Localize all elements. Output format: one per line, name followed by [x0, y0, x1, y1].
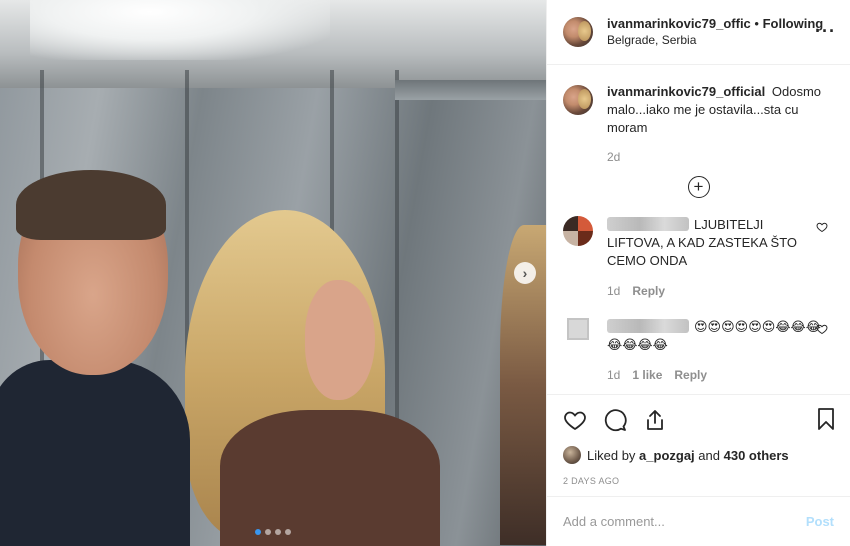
bookmark-icon[interactable] [814, 407, 838, 431]
post-date[interactable]: 2 DAYS AGO [547, 466, 850, 496]
location-link[interactable]: Belgrade, Serbia [607, 32, 823, 49]
likes-summary: Liked by a_pozgaj and 430 others [547, 444, 850, 466]
action-bar [547, 394, 850, 444]
woman-top [220, 410, 440, 546]
carousel-indicator [0, 529, 546, 535]
likes-middle: and [698, 447, 720, 463]
blurred-username[interactable] [607, 217, 689, 231]
ceiling-light [30, 0, 330, 60]
header-separator: • [750, 16, 763, 31]
woman-face [305, 280, 375, 400]
elevator-rail [395, 80, 546, 100]
comment-icon[interactable] [603, 408, 627, 432]
man-hair [16, 170, 166, 240]
post-header: ivanmarinkovic79_offic • Following Belgr… [547, 0, 850, 65]
post-sidebar: ivanmarinkovic79_offic • Following Belgr… [546, 0, 850, 546]
blurred-username[interactable] [607, 319, 689, 333]
avatar[interactable] [563, 216, 593, 246]
heart-icon[interactable] [816, 323, 828, 335]
reply-button[interactable]: Reply [632, 282, 665, 300]
comment-item: LJUBITELJI LIFTOVA, A KAD ZASTEKA ŠTO CE… [563, 216, 834, 300]
comments-section[interactable]: ivanmarinkovic79_official Odosmo malo...… [547, 65, 850, 394]
header-top-line: ivanmarinkovic79_offic • Following [607, 15, 823, 32]
caption-time[interactable]: 2d [607, 150, 834, 164]
comment-likes[interactable]: 1 like [632, 366, 662, 384]
comment-meta: 1d Reply [607, 282, 822, 300]
likes-prefix: Liked by [587, 447, 636, 463]
caption-username[interactable]: ivanmarinkovic79_official [607, 84, 765, 99]
comment-time[interactable]: 1d [607, 282, 620, 300]
more-horizontal-icon[interactable]: ··· [815, 22, 836, 40]
liked-by-user[interactable]: a_pozgaj [639, 448, 695, 463]
comment-time[interactable]: 1d [607, 366, 620, 384]
caption: ivanmarinkovic79_official Odosmo malo...… [563, 83, 834, 137]
carousel-dot [275, 529, 281, 535]
comment-input[interactable] [563, 514, 806, 529]
heart-icon[interactable] [563, 408, 587, 432]
comment-item: 😍😍😍😍😍😍😂😂😂😂😂😂😂 1d 1 like Reply [563, 318, 834, 384]
avatar[interactable] [563, 17, 593, 47]
header-username[interactable]: ivanmarinkovic79_offic [607, 16, 751, 31]
comment-body: 😍😍😍😍😍😍😂😂😂😂😂😂😂 1d 1 like Reply [607, 318, 822, 384]
carousel-dot [285, 529, 291, 535]
avatar[interactable] [563, 85, 593, 115]
header-text: ivanmarinkovic79_offic • Following Belgr… [607, 15, 823, 49]
add-comment-bar: Post [547, 496, 850, 546]
post-button[interactable]: Post [806, 514, 834, 529]
heart-icon[interactable] [816, 221, 828, 233]
reply-button[interactable]: Reply [674, 366, 707, 384]
carousel-next-button[interactable]: › [514, 262, 536, 284]
avatar[interactable] [567, 318, 589, 340]
plus-circle-icon[interactable]: + [687, 176, 710, 198]
instagram-post: › ivanmarinkovic79_offic • Following Bel… [0, 0, 850, 546]
share-icon[interactable] [643, 408, 667, 432]
carousel-dot [265, 529, 271, 535]
likes-others-link[interactable]: 430 others [724, 448, 789, 463]
comment-body: LJUBITELJI LIFTOVA, A KAD ZASTEKA ŠTO CE… [607, 216, 822, 300]
comment-meta: 1d 1 like Reply [607, 366, 822, 384]
load-more-comments[interactable]: + [563, 176, 834, 198]
chevron-right-icon: › [522, 265, 528, 281]
avatar[interactable] [563, 446, 581, 464]
carousel-dot-active [255, 529, 261, 535]
post-photo[interactable]: › [0, 0, 546, 546]
caption-body: ivanmarinkovic79_official Odosmo malo...… [607, 83, 822, 137]
man-shirt [0, 360, 190, 546]
